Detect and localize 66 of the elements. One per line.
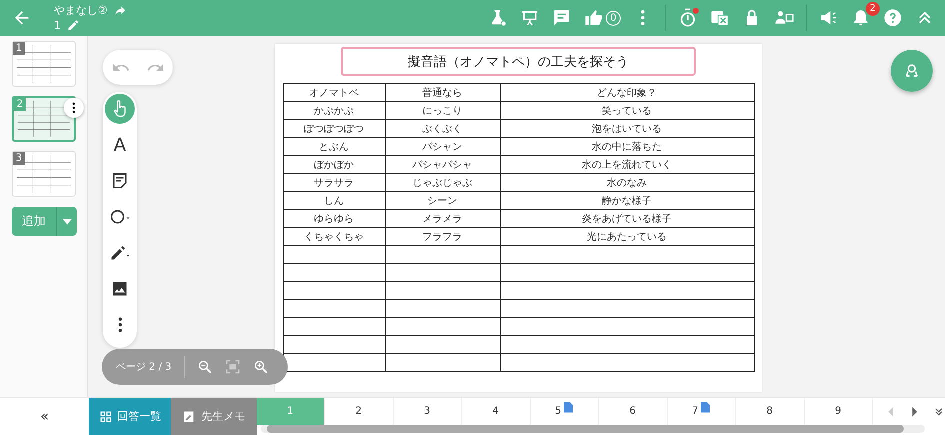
note-icon — [111, 172, 129, 190]
page-thumbnail[interactable]: 3 — [12, 151, 76, 197]
table-cell: 光にあたっている — [500, 228, 754, 246]
pencil-icon[interactable] — [67, 19, 80, 32]
circle-icon — [109, 208, 131, 226]
table-cell: 泡をはいている — [500, 120, 754, 138]
pointer-tool[interactable] — [105, 94, 135, 124]
table-cell: 静かな様子 — [500, 192, 754, 210]
fit-screen-icon[interactable] — [224, 359, 241, 375]
table-cell: ゆらゆら — [283, 210, 385, 228]
table-cell: シーン — [385, 192, 500, 210]
file-icon — [564, 402, 574, 413]
add-dropdown-button[interactable] — [57, 207, 77, 236]
table-cell: メラメラ — [385, 210, 500, 228]
table-cell: ぼかぼか — [283, 156, 385, 174]
thumbnail-number: 2 — [14, 98, 26, 111]
zoom-in-icon[interactable] — [252, 359, 269, 375]
floating-action-button[interactable] — [891, 50, 933, 92]
table-cell: とぶん — [283, 138, 385, 156]
table-cell: じゃぶじゃぶ — [385, 174, 500, 192]
table-cell: ぶくぶく — [385, 120, 500, 138]
table-cell: かぷかぷ — [283, 102, 385, 120]
worksheet-title: 擬音語（オノマトペ）の工夫を探そう — [341, 47, 696, 76]
table-cell: ぽつぽつぽつ — [283, 120, 385, 138]
like-count: 0 — [606, 10, 621, 26]
image-icon — [111, 280, 129, 298]
table-cell: しん — [283, 192, 385, 210]
document-title: やまなし② — [54, 3, 108, 18]
page-thumbnail[interactable]: 1 — [12, 41, 76, 87]
page-number: 1 — [54, 18, 61, 33]
column-header: どんな印象？ — [500, 84, 754, 102]
table-cell: 水の上を流れていく — [500, 156, 754, 174]
table-cell: バシャバシャ — [385, 156, 500, 174]
column-header: オノマトペ — [283, 84, 385, 102]
table-cell: くちゃくちゃ — [283, 228, 385, 246]
file-icon — [701, 402, 710, 413]
table-cell: 炎をあげている様子 — [500, 210, 754, 228]
grid-icon — [98, 410, 113, 424]
more-icon — [118, 317, 122, 333]
memo-icon — [182, 410, 196, 424]
timer-icon[interactable] — [678, 8, 698, 28]
table-cell: フラフラ — [385, 228, 500, 246]
table-cell: バシャン — [385, 138, 500, 156]
notification-badge: 2 — [866, 2, 880, 16]
help-icon[interactable] — [883, 8, 903, 28]
comment-icon[interactable] — [552, 8, 572, 28]
thumbnail-number: 1 — [13, 42, 25, 55]
column-header: 普通なら — [385, 84, 500, 102]
hand-icon — [111, 100, 129, 118]
thumbnail-number: 3 — [13, 152, 25, 165]
thumbs-up-icon[interactable] — [584, 8, 604, 28]
page-indicator: ページ 2 / 3 — [116, 361, 172, 374]
zoom-out-icon[interactable] — [196, 359, 213, 375]
horizontal-scrollbar[interactable] — [260, 425, 925, 433]
table-cell: 水のなみ — [500, 174, 754, 192]
caret-icon — [62, 218, 72, 224]
table-cell: 水の中に落ちた — [500, 138, 754, 156]
share-icon[interactable] — [114, 4, 127, 17]
text-tool[interactable]: A — [105, 130, 135, 160]
table-cell: にっこり — [385, 102, 500, 120]
award-icon — [903, 62, 921, 80]
pen-icon — [109, 244, 131, 262]
more-button[interactable] — [64, 98, 84, 118]
expand-down-icon[interactable] — [933, 406, 945, 418]
table-cell: サラサラ — [283, 174, 385, 192]
table-cell: 笑っている — [500, 102, 754, 120]
